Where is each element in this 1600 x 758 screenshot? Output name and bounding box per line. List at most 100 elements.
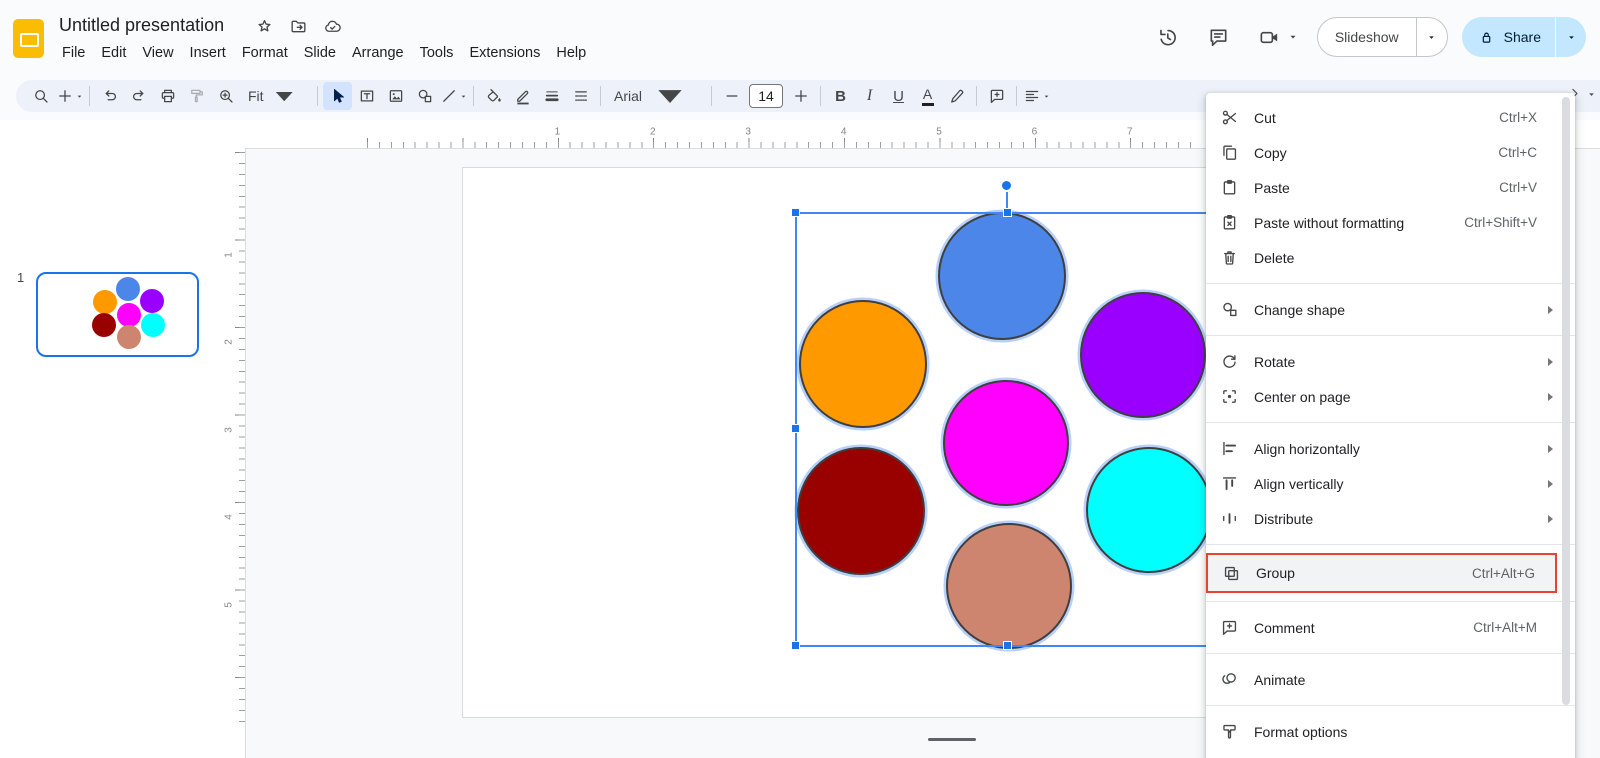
slide-number: 1 bbox=[17, 270, 25, 285]
circle-magenta[interactable] bbox=[943, 380, 1069, 506]
font-size-button[interactable]: 14 bbox=[749, 84, 783, 108]
star-icon[interactable] bbox=[255, 17, 274, 36]
speaker-notes-resize-handle[interactable] bbox=[928, 738, 976, 741]
delete-icon bbox=[1220, 248, 1239, 267]
resize-handle-top-left[interactable] bbox=[791, 208, 800, 217]
insert-image-button[interactable] bbox=[381, 82, 410, 110]
context-menu-item-animate[interactable]: Animate bbox=[1206, 662, 1575, 697]
comment-history-icon[interactable] bbox=[1207, 26, 1230, 49]
context-menu-item-comment[interactable]: Comment Ctrl+Alt+M bbox=[1206, 610, 1575, 645]
menu-view[interactable]: View bbox=[135, 43, 180, 63]
select-tool-button[interactable] bbox=[323, 82, 352, 110]
resize-handle-mid-left[interactable] bbox=[791, 424, 800, 433]
insert-comment-button[interactable] bbox=[982, 82, 1011, 110]
zoom-select-label: Fit bbox=[248, 88, 264, 104]
meet-caret-icon[interactable] bbox=[1287, 31, 1299, 43]
circle-salmon[interactable] bbox=[946, 523, 1072, 649]
context-menu-item-format-options[interactable]: Format options bbox=[1206, 714, 1575, 749]
border-dash-button[interactable] bbox=[566, 82, 595, 110]
slideshow-dropdown[interactable] bbox=[1417, 32, 1447, 43]
decrease-font-size-button[interactable] bbox=[717, 82, 746, 110]
context-menu-item-rotate[interactable]: Rotate bbox=[1206, 344, 1575, 379]
insert-shape-button[interactable] bbox=[410, 82, 439, 110]
font-family-select-button[interactable]: Arial bbox=[606, 82, 706, 110]
context-menu-scrollbar[interactable] bbox=[1562, 97, 1570, 705]
context-menu-item-cut[interactable]: Cut Ctrl+X bbox=[1206, 100, 1575, 135]
menu-separator bbox=[1206, 705, 1575, 706]
context-menu-item-delete[interactable]: Delete bbox=[1206, 240, 1575, 275]
version-history-icon[interactable] bbox=[1156, 26, 1179, 49]
insert-button[interactable] bbox=[55, 82, 84, 110]
submenu-arrow-icon bbox=[1548, 357, 1553, 366]
meet-icon[interactable] bbox=[1258, 26, 1281, 49]
highlight-color-button[interactable] bbox=[942, 82, 971, 110]
share-dropdown[interactable] bbox=[1556, 32, 1586, 43]
caret-down-icon bbox=[459, 92, 468, 101]
search-the-menus-button[interactable] bbox=[26, 82, 55, 110]
hruler-label: 2 bbox=[650, 126, 656, 138]
menu-edit[interactable]: Edit bbox=[94, 43, 133, 63]
redo-button[interactable] bbox=[124, 82, 153, 110]
resize-handle-bottom-left[interactable] bbox=[791, 641, 800, 650]
border-color-button[interactable] bbox=[508, 82, 537, 110]
slideshow-button[interactable]: Slideshow bbox=[1316, 17, 1448, 57]
print-button[interactable] bbox=[153, 82, 182, 110]
circle-purple[interactable] bbox=[1080, 292, 1206, 418]
context-menu-item-center-on-page[interactable]: Center on page bbox=[1206, 379, 1575, 414]
underline-button[interactable]: U bbox=[884, 82, 913, 110]
comment-add-icon bbox=[1220, 618, 1239, 637]
rotate-handle[interactable] bbox=[1002, 181, 1011, 190]
submenu-arrow-icon bbox=[1548, 514, 1553, 523]
zoom-button[interactable] bbox=[211, 82, 240, 110]
menu-format[interactable]: Format bbox=[235, 43, 295, 63]
caret-down-icon bbox=[264, 76, 304, 116]
menu-file[interactable]: File bbox=[55, 43, 92, 63]
context-menu-item-copy[interactable]: Copy Ctrl+C bbox=[1206, 135, 1575, 170]
menu-extensions[interactable]: Extensions bbox=[462, 43, 547, 63]
italic-button[interactable]: I bbox=[855, 82, 884, 110]
undo-button[interactable] bbox=[95, 82, 124, 110]
cloud-status-icon[interactable] bbox=[323, 17, 342, 36]
border-weight-button[interactable] bbox=[537, 82, 566, 110]
move-folder-icon[interactable] bbox=[289, 17, 308, 36]
increase-font-size-button[interactable] bbox=[786, 82, 815, 110]
thumb-circle-purple bbox=[140, 289, 165, 313]
context-menu-item-group[interactable]: Group Ctrl+Alt+G bbox=[1206, 553, 1557, 593]
circle-blue[interactable] bbox=[938, 212, 1066, 340]
context-menu-item-distribute[interactable]: Distribute bbox=[1206, 501, 1575, 536]
zoom-select-button[interactable]: Fit bbox=[240, 82, 312, 110]
slides-logo-icon[interactable] bbox=[13, 19, 44, 58]
resize-handle-bottom-center[interactable] bbox=[1003, 641, 1012, 650]
circle-orange[interactable] bbox=[799, 300, 927, 428]
document-title[interactable]: Untitled presentation bbox=[59, 15, 224, 36]
menu-slide[interactable]: Slide bbox=[297, 43, 343, 63]
circle-dark-red[interactable] bbox=[797, 447, 925, 575]
menu-item-shortcut: Ctrl+V bbox=[1499, 180, 1537, 195]
text-color-button[interactable]: A bbox=[913, 82, 942, 110]
circle-cyan[interactable] bbox=[1086, 447, 1212, 573]
slide-thumbnail[interactable] bbox=[36, 272, 199, 357]
menu-help[interactable]: Help bbox=[549, 43, 593, 63]
text-box-button[interactable] bbox=[352, 82, 381, 110]
context-menu-item-align-horizontally[interactable]: Align horizontally bbox=[1206, 431, 1575, 466]
bold-button[interactable]: B bbox=[826, 82, 855, 110]
fill-color-button[interactable] bbox=[479, 82, 508, 110]
align-icon bbox=[1023, 87, 1041, 105]
fill-color-icon bbox=[485, 87, 503, 105]
insert-line-button[interactable] bbox=[439, 82, 468, 110]
vruler-label: 5 bbox=[223, 601, 235, 608]
menu-insert[interactable]: Insert bbox=[183, 43, 233, 63]
lock-icon bbox=[1478, 29, 1495, 46]
menu-arrange[interactable]: Arrange bbox=[345, 43, 411, 63]
context-menu-item-paste[interactable]: Paste Ctrl+V bbox=[1206, 170, 1575, 205]
context-menu-item-paste-without-formatting[interactable]: Paste without formatting Ctrl+Shift+V bbox=[1206, 205, 1575, 240]
resize-handle-top-center[interactable] bbox=[1003, 208, 1012, 217]
context-menu-item-change-shape[interactable]: Change shape bbox=[1206, 292, 1575, 327]
align-button[interactable] bbox=[1022, 82, 1051, 110]
menu-tools[interactable]: Tools bbox=[413, 43, 461, 63]
menu-item-label: Group bbox=[1256, 565, 1295, 581]
context-menu-item-align-vertically[interactable]: Align vertically bbox=[1206, 466, 1575, 501]
share-button[interactable]: Share bbox=[1461, 17, 1586, 57]
menu-item-label: Delete bbox=[1254, 249, 1295, 266]
toolbar-overflow-caret-icon[interactable] bbox=[1586, 89, 1597, 100]
